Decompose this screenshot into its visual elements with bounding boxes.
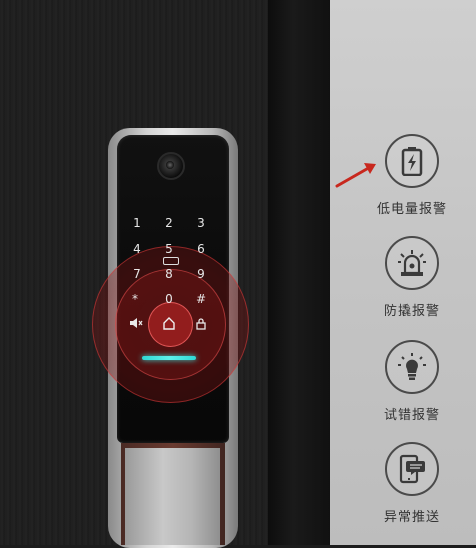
feature-label: 异常推送	[383, 510, 440, 525]
feature-abnormal-push: 异常推送	[362, 442, 462, 525]
feature-low-battery: 低电量报警	[362, 134, 462, 217]
battery-icon	[385, 134, 439, 188]
card-reader-icon	[163, 257, 179, 265]
key-4[interactable]: 4	[127, 240, 147, 258]
door-edge	[268, 0, 330, 545]
lock-icon[interactable]	[191, 315, 211, 333]
key-8[interactable]: 8	[159, 265, 179, 283]
key-5[interactable]: 5	[159, 240, 179, 258]
home-icon[interactable]	[159, 315, 179, 333]
feature-label: 低电量报警	[376, 202, 447, 217]
lock-handle[interactable]	[125, 448, 220, 545]
key-6[interactable]: 6	[191, 240, 211, 258]
feature-anti-pry: 防撬报警	[362, 236, 462, 319]
key-0[interactable]: 0	[159, 290, 179, 308]
key-1[interactable]: 1	[127, 214, 147, 232]
key-2[interactable]: 2	[159, 214, 179, 232]
key-hash[interactable]: #	[191, 290, 211, 308]
status-indicator-bar	[142, 356, 196, 360]
camera-icon	[157, 152, 185, 180]
key-7[interactable]: 7	[127, 265, 147, 283]
key-3[interactable]: 3	[191, 214, 211, 232]
mute-icon[interactable]	[126, 315, 146, 333]
key-9[interactable]: 9	[191, 265, 211, 283]
key-star[interactable]: *	[125, 290, 145, 308]
feature-label: 试错报警	[383, 408, 440, 423]
feature-trial-error: 试错报警	[362, 340, 462, 423]
feature-label: 防撬报警	[383, 304, 440, 319]
siren-icon	[385, 236, 439, 290]
lightbulb-icon	[385, 340, 439, 394]
phone-message-icon	[385, 442, 439, 496]
